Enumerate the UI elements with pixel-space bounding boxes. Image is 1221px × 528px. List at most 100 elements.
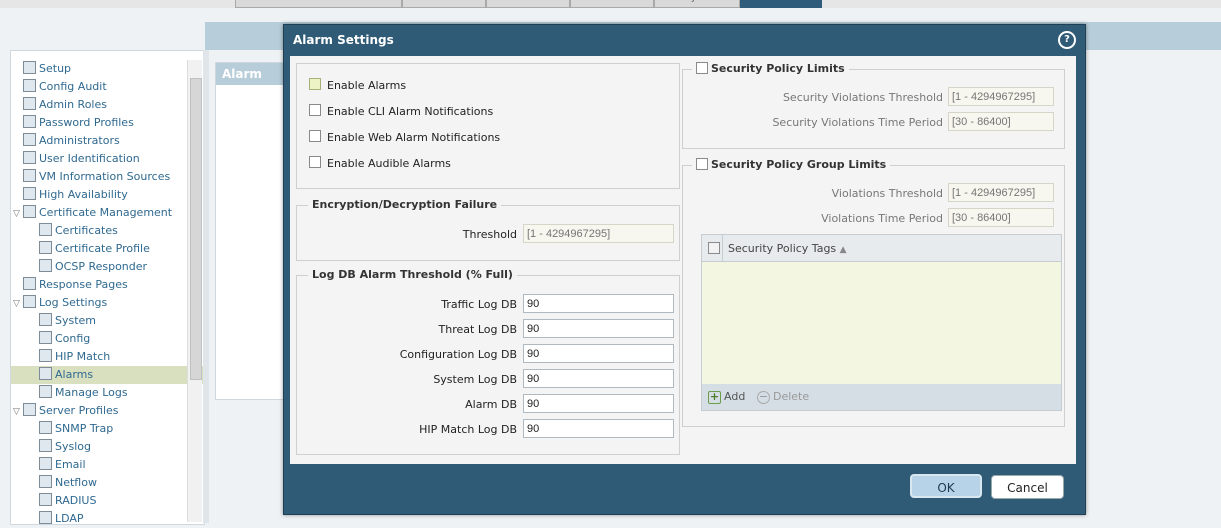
tree-node-icon: [23, 403, 36, 416]
tree-item-ocsp-responder[interactable]: OCSP Responder: [29, 258, 199, 276]
tree-item-admin-roles[interactable]: Admin Roles: [13, 96, 183, 114]
tree-scrollbar[interactable]: [187, 60, 202, 522]
delete-button[interactable]: − Delete: [757, 390, 809, 404]
spl-checkbox[interactable]: [696, 62, 708, 74]
tree-node-icon: [39, 493, 52, 506]
web-alarm-label: Enable Web Alarm Notifications: [327, 131, 501, 144]
tree-node-icon: [23, 97, 36, 110]
tree-item-config[interactable]: Config: [29, 330, 199, 348]
ok-button[interactable]: OK: [910, 474, 982, 498]
delete-label: Delete: [773, 390, 810, 403]
tree-item-log-settings[interactable]: ▽ Log Settings: [13, 294, 183, 312]
spl-period-input[interactable]: [948, 112, 1054, 131]
tree-node-icon: [23, 205, 36, 218]
tree-node-icon: [23, 133, 36, 146]
logdb-input[interactable]: [523, 419, 674, 438]
tree-item-vm-information-sources[interactable]: VM Information Sources: [13, 168, 183, 186]
tree-item-label: Admin Roles: [39, 98, 107, 111]
spgl-period-label: Violations Time Period: [821, 212, 943, 225]
tree-item-alarms[interactable]: Alarms: [11, 366, 204, 384]
tree-item-email[interactable]: Email: [29, 456, 199, 474]
tree-item-response-pages[interactable]: Response Pages: [13, 276, 183, 294]
spl-legend-label: Security Policy Limits: [711, 62, 845, 75]
tree-item-server-profiles[interactable]: ▽ Server Profiles: [13, 402, 183, 420]
tree-item-label: Administrators: [39, 134, 120, 147]
logdb-label: Traffic Log DB: [441, 298, 517, 311]
tree-node-icon: [39, 223, 52, 236]
tree-item-certificates[interactable]: Certificates: [29, 222, 199, 240]
tree-item-setup[interactable]: Setup: [13, 60, 183, 78]
enable-alarms-checkbox[interactable]: [309, 78, 321, 90]
tags-column-header[interactable]: Security Policy Tags ▲: [728, 242, 847, 255]
table-footer: + Add − Delete: [702, 384, 1061, 410]
tree-node-icon: [23, 61, 36, 74]
tree-item-user-identification[interactable]: User Identification: [13, 150, 183, 168]
tree-item-label: Netflow: [55, 476, 97, 489]
tab-objects[interactable]: Objects: [654, 0, 740, 8]
cancel-button[interactable]: Cancel: [991, 475, 1064, 499]
tree-node-icon: [23, 79, 36, 92]
tree-item-high-availability[interactable]: High Availability: [13, 186, 183, 204]
tree-node-icon: [39, 349, 52, 362]
tree-item-config-audit[interactable]: Config Audit: [13, 78, 183, 96]
audible-alarm-checkbox[interactable]: [309, 156, 321, 168]
logdb-input[interactable]: [523, 294, 674, 313]
encryption-threshold-input[interactable]: [523, 224, 674, 243]
tab-dashboard[interactable]: Dashboard: [235, 0, 402, 8]
tree-item-snmp-trap[interactable]: SNMP Trap: [29, 420, 199, 438]
add-button[interactable]: + Add: [708, 390, 745, 404]
panel-splitter[interactable]: [203, 50, 209, 523]
help-icon[interactable]: ?: [1058, 31, 1076, 49]
encryption-legend: Encryption/Decryption Failure: [308, 198, 502, 211]
tree-item-system[interactable]: System: [29, 312, 199, 330]
tab-acc[interactable]: ACC: [402, 0, 486, 8]
tree-node-icon: [39, 421, 52, 434]
tree-item-certificate-management[interactable]: ▽ Certificate Management: [13, 204, 183, 222]
expand-arrow-icon[interactable]: ▽: [13, 205, 23, 223]
spl-threshold-input[interactable]: [948, 87, 1054, 106]
tree-node-icon: [39, 511, 52, 524]
spgl-checkbox[interactable]: [696, 158, 708, 170]
select-all-checkbox[interactable]: [708, 242, 720, 254]
expand-arrow-icon[interactable]: ▽: [13, 403, 23, 421]
tree-node-icon: [39, 313, 52, 326]
logdb-input[interactable]: [523, 394, 674, 413]
spgl-threshold-label: Violations Threshold: [831, 187, 943, 200]
tree-item-manage-logs[interactable]: Manage Logs: [29, 384, 199, 402]
logdb-input[interactable]: [523, 369, 674, 388]
cli-alarm-label: Enable CLI Alarm Notifications: [327, 105, 494, 118]
tree-item-hip-match[interactable]: HIP Match: [29, 348, 199, 366]
scrollbar-thumb[interactable]: [190, 78, 202, 380]
spgl-threshold-input[interactable]: [948, 183, 1054, 202]
table-header: Security Policy Tags ▲: [702, 235, 1061, 262]
enable-alarms-label: Enable Alarms: [327, 79, 407, 92]
tree-item-administrators[interactable]: Administrators: [13, 132, 183, 150]
web-alarm-checkbox[interactable]: [309, 130, 321, 142]
tree-item-label: Config Audit: [39, 80, 107, 93]
tree-node-icon: [39, 331, 52, 344]
tab-policies[interactable]: Policies: [570, 0, 654, 8]
tree-node-icon: [39, 367, 52, 380]
logdb-legend: Log DB Alarm Threshold (% Full): [308, 268, 517, 281]
tree-node-icon: [23, 295, 36, 308]
tree-item-label: VM Information Sources: [39, 170, 171, 183]
tree-item-netflow[interactable]: Netflow: [29, 474, 199, 492]
tab-device[interactable]: Device: [740, 0, 822, 8]
logdb-input[interactable]: [523, 344, 674, 363]
security-policy-tags-table: Security Policy Tags ▲ + Add − Delete: [701, 234, 1062, 411]
logdb-input[interactable]: [523, 319, 674, 338]
tree-item-label: OCSP Responder: [55, 260, 148, 273]
spgl-period-input[interactable]: [948, 208, 1054, 227]
tree-item-certificate-profile[interactable]: Certificate Profile: [29, 240, 199, 258]
expand-arrow-icon[interactable]: ▽: [13, 295, 23, 313]
audible-alarm-label: Enable Audible Alarms: [327, 157, 451, 170]
cli-alarm-checkbox[interactable]: [309, 104, 321, 116]
security-policy-limits-group: Security Policy Limits Security Violatio…: [682, 62, 1065, 149]
tab-monitor[interactable]: Monitor: [486, 0, 570, 8]
spgl-legend-label: Security Policy Group Limits: [711, 158, 887, 171]
tree-item-syslog[interactable]: Syslog: [29, 438, 199, 456]
dialog-title: Alarm Settings: [293, 33, 394, 47]
tree-item-ldap[interactable]: LDAP: [29, 510, 199, 528]
tree-item-radius[interactable]: RADIUS: [29, 492, 199, 510]
tree-item-password-profiles[interactable]: Password Profiles: [13, 114, 183, 132]
